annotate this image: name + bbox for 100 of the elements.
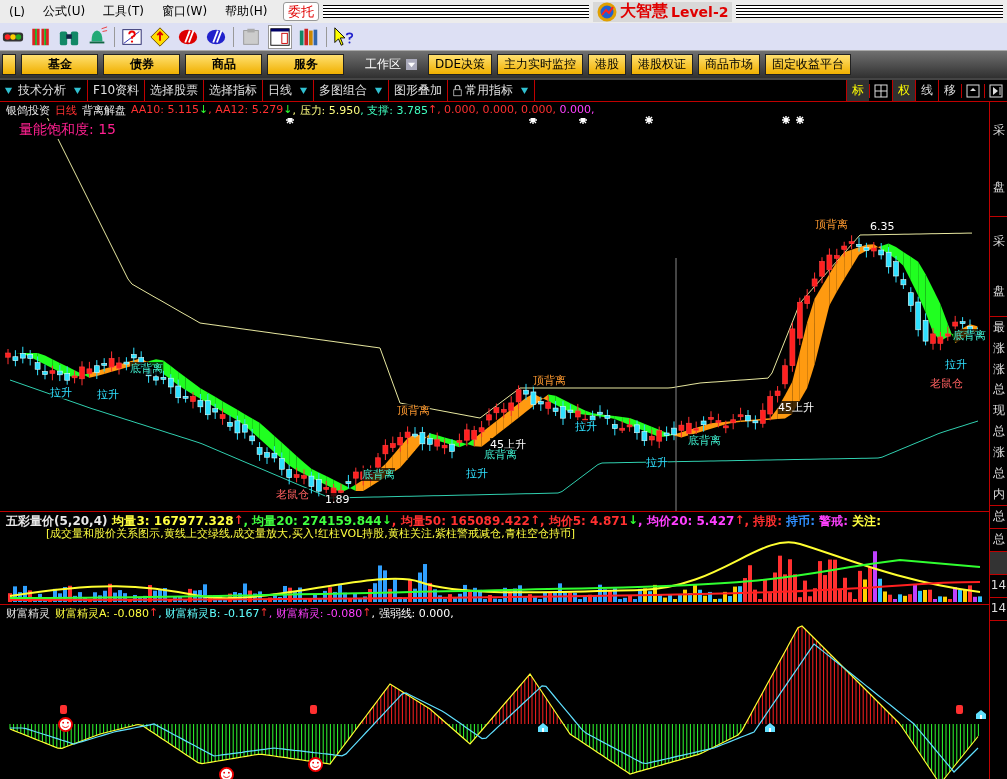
nav-button[interactable]: 固定收益平台 [765,54,852,75]
trend-arrow: ↓ [381,513,392,527]
signal-label: 拉升 [945,358,967,371]
side-panel-label: 现 [992,404,1005,418]
menu-item[interactable]: 公式(U) [34,3,95,20]
asterisk-marker-icon [528,115,538,125]
indicator-value: , 均价20: 5.427 [638,513,735,530]
menu-item[interactable]: 窗口(W) [152,3,217,20]
signal-label: 老鼠仓 [276,488,309,501]
signal-label: 拉升 [575,420,597,433]
indicator-value: AA10: 5.115 [131,103,200,118]
period-label: 日线 [55,103,77,118]
smiley-icon [308,757,323,772]
app-title: 大智慧 Level-2 [593,1,733,22]
menu-item[interactable]: (L) [0,4,35,19]
side-panel-label: 涨 [992,341,1005,355]
indicator-value: , 均量20: 274159.844 [243,513,382,528]
trend-arrow: ↓ [628,513,639,529]
asterisk-marker-icon [644,115,654,125]
trend-arrow: ↑ [362,606,372,621]
dropdown-icon[interactable] [374,86,384,95]
indicator-value: , 财富精灵: -0.080 [268,606,363,621]
signal-label: 底背离 [362,468,395,481]
trade-button[interactable]: 委托 [282,2,319,21]
trend-arrow: ↑ [259,606,269,621]
trend-arrow: ↑ [734,513,745,529]
nav-button[interactable]: 港股 [588,54,627,75]
signal-label: 底背离 [130,362,163,375]
signal-label: 拉升 [646,456,668,469]
house-icon [764,722,776,733]
signal-label: 45上升 [778,401,814,414]
indicator-value: , 支撑: 3.785 [360,103,428,118]
indicator-value: , 持股: [744,513,783,530]
side-panel-label: 最 [992,320,1005,335]
side-panel-label: 总 [992,510,1005,524]
side-panel-label: 盘 [992,284,1005,298]
indicator-value: 关注: [851,513,881,530]
function-tab[interactable]: F10资料 [93,82,140,99]
nav-button[interactable]: 服务 [267,54,344,75]
function-tab[interactable]: 选择指标 [209,82,258,99]
chart-tool-button[interactable]: 标 [846,80,869,101]
function-tab[interactable]: 多图组合 [319,82,368,99]
signal-label: 拉升 [50,386,72,399]
menu-item[interactable]: 帮助(H) [216,3,277,20]
side-panel-label: 涨 [992,446,1005,460]
nav-button[interactable]: 债券 [103,54,180,75]
function-tab[interactable]: 图形叠加 [394,82,443,99]
signal-label: 底背离 [484,448,517,461]
dropdown-icon[interactable] [520,86,530,95]
side-panel-label: 总 [992,466,1005,481]
side-panel-label: 内 [992,487,1005,502]
saturation-label: 量能饱和度: 15 [19,121,116,139]
indicator-name: 五彩量价(5,20,4) [6,513,108,528]
marker-icon [60,705,67,714]
indicator-value: 0.000, [558,103,595,118]
price-label: 1.89 [325,493,350,506]
nav-button[interactable]: 港股权证 [631,54,694,75]
side-panel-label: 采 [992,123,1005,138]
signal-label: 顶背离 [533,374,566,387]
side-panel-label: 涨 [992,362,1005,376]
signal-label: 老鼠仓 [930,377,963,390]
function-tab[interactable]: 常用指标 [465,82,514,99]
indicator-name: 背离解盘 [82,103,126,118]
nav-button[interactable]: 基金 [21,54,98,75]
side-panel-label: 总 [992,533,1005,547]
nav-button[interactable]: 商品市场 [698,54,761,75]
stock-name: 银鸽投资 [6,103,50,118]
menu-item[interactable]: 工具(T) [94,3,153,20]
signal-label: 底背离 [953,329,986,342]
function-tab[interactable]: 选择股票 [150,82,199,99]
nav-button[interactable] [2,54,16,75]
signal-label: 顶背离 [397,404,430,417]
nav-button[interactable]: DDE决策 [428,54,493,75]
nav-button[interactable]: 商品 [185,54,262,75]
price-label: 6.35 [870,220,895,233]
side-panel-label: 总 [992,425,1005,439]
legend-note: [成交量和股价关系图示,黄线上交绿线,成交量放大,买入!红柱VOL持股,黄柱关注,紫柱警戒减仓,青柱空仓持币] [46,526,576,541]
dropdown-icon[interactable] [299,86,309,95]
side-panel-label: 14 [990,579,1007,593]
function-tab[interactable]: 日线 [268,82,293,99]
workspace-label[interactable]: 工作区 [365,56,401,73]
indicator-value: , AA12: 5.279 [208,103,284,118]
signal-label: 拉升 [466,467,488,480]
smiley-icon [219,767,234,779]
help-pointer-icon[interactable] [333,25,355,48]
asterisk-marker-icon [578,115,588,125]
asterisk-marker-icon [781,115,791,125]
indicator-name: 财富精灵 [6,606,50,621]
asterisk-marker-icon [795,115,805,125]
trend-arrow: ↓ [199,103,209,118]
indicator-value: 警戒: [818,513,848,530]
nav-button[interactable]: 主力实时监控 [497,54,584,75]
window-icon[interactable] [268,24,292,49]
function-tab[interactable]: 技术分析 [18,82,66,99]
dropdown-icon[interactable] [4,86,13,95]
indicator-value: , 均价5: 4.871 [539,513,628,528]
chart-tool-button[interactable]: 权 [892,80,915,101]
signal-label: 底背离 [688,434,721,447]
dropdown-icon[interactable] [73,86,82,95]
warning-diamond-icon[interactable] [149,25,171,48]
